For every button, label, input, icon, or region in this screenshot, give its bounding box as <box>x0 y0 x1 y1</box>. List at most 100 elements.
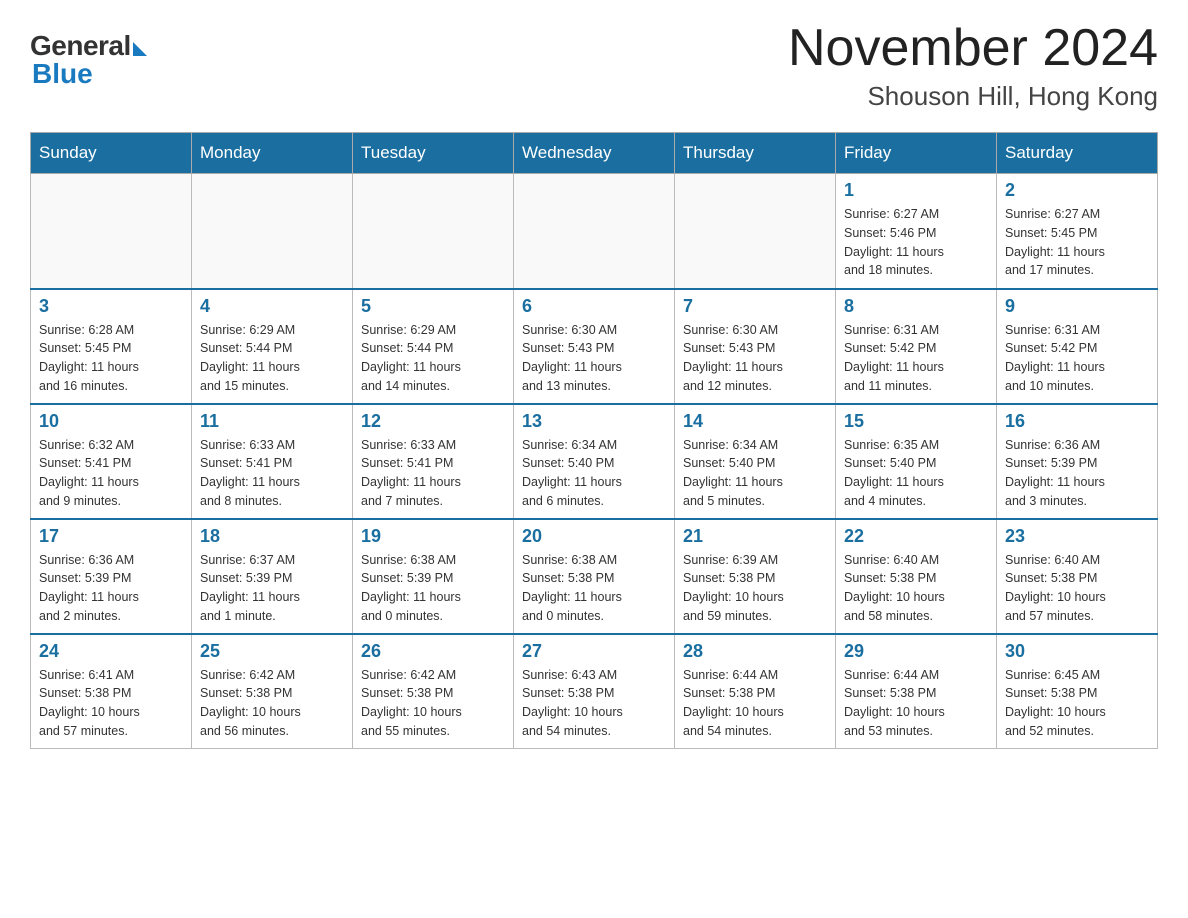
calendar-cell: 3 Sunrise: 6:28 AM Sunset: 5:45 PM Daylig… <box>31 289 192 404</box>
day-info: Sunrise: 6:28 AM Sunset: 5:45 PM Dayligh… <box>39 323 139 393</box>
day-info: Sunrise: 6:44 AM Sunset: 5:38 PM Dayligh… <box>844 668 945 738</box>
day-info: Sunrise: 6:36 AM Sunset: 5:39 PM Dayligh… <box>39 553 139 623</box>
day-info: Sunrise: 6:40 AM Sunset: 5:38 PM Dayligh… <box>1005 553 1106 623</box>
day-info: Sunrise: 6:31 AM Sunset: 5:42 PM Dayligh… <box>844 323 944 393</box>
day-number: 28 <box>683 641 827 662</box>
day-info: Sunrise: 6:30 AM Sunset: 5:43 PM Dayligh… <box>683 323 783 393</box>
day-info: Sunrise: 6:33 AM Sunset: 5:41 PM Dayligh… <box>200 438 300 508</box>
day-number: 29 <box>844 641 988 662</box>
calendar-cell: 15 Sunrise: 6:35 AM Sunset: 5:40 PM Dayli… <box>836 404 997 519</box>
calendar-cell: 18 Sunrise: 6:37 AM Sunset: 5:39 PM Dayli… <box>192 519 353 634</box>
day-number: 14 <box>683 411 827 432</box>
calendar-cell: 12Sunrise: 6:33 AM Sunset: 5:41 PM Dayli… <box>353 404 514 519</box>
page-header: General Blue November 2024 Shouson Hill,… <box>30 20 1158 112</box>
calendar-cell: 14 Sunrise: 6:34 AM Sunset: 5:40 PM Dayli… <box>675 404 836 519</box>
calendar-cell: 28Sunrise: 6:44 AM Sunset: 5:38 PM Dayli… <box>675 634 836 749</box>
day-info: Sunrise: 6:29 AM Sunset: 5:44 PM Dayligh… <box>200 323 300 393</box>
day-number: 22 <box>844 526 988 547</box>
day-number: 25 <box>200 641 344 662</box>
calendar-week-1: 1Sunrise: 6:27 AM Sunset: 5:46 PM Daylig… <box>31 174 1158 289</box>
calendar-week-4: 17 Sunrise: 6:36 AM Sunset: 5:39 PM Dayli… <box>31 519 1158 634</box>
logo: General Blue <box>30 30 147 90</box>
day-number: 26 <box>361 641 505 662</box>
calendar-title: November 2024 <box>788 20 1158 77</box>
calendar-cell: 25 Sunrise: 6:42 AM Sunset: 5:38 PM Dayli… <box>192 634 353 749</box>
day-info: Sunrise: 6:32 AM Sunset: 5:41 PM Dayligh… <box>39 438 139 508</box>
day-number: 10 <box>39 411 183 432</box>
day-info: Sunrise: 6:39 AM Sunset: 5:38 PM Dayligh… <box>683 553 784 623</box>
calendar-cell: 2 Sunrise: 6:27 AM Sunset: 5:45 PM Daylig… <box>997 174 1158 289</box>
day-number: 3 <box>39 296 183 317</box>
day-number: 7 <box>683 296 827 317</box>
day-number: 27 <box>522 641 666 662</box>
calendar-subtitle: Shouson Hill, Hong Kong <box>788 81 1158 112</box>
calendar-cell: 22Sunrise: 6:40 AM Sunset: 5:38 PM Dayli… <box>836 519 997 634</box>
day-info: Sunrise: 6:38 AM Sunset: 5:39 PM Dayligh… <box>361 553 461 623</box>
day-number: 17 <box>39 526 183 547</box>
calendar-cell: 27 Sunrise: 6:43 AM Sunset: 5:38 PM Dayli… <box>514 634 675 749</box>
title-section: November 2024 Shouson Hill, Hong Kong <box>788 20 1158 112</box>
day-number: 11 <box>200 411 344 432</box>
day-info: Sunrise: 6:42 AM Sunset: 5:38 PM Dayligh… <box>361 668 462 738</box>
calendar-cell: 4 Sunrise: 6:29 AM Sunset: 5:44 PM Daylig… <box>192 289 353 404</box>
day-info: Sunrise: 6:30 AM Sunset: 5:43 PM Dayligh… <box>522 323 622 393</box>
column-header-thursday: Thursday <box>675 133 836 174</box>
day-number: 5 <box>361 296 505 317</box>
calendar-cell: 19 Sunrise: 6:38 AM Sunset: 5:39 PM Dayli… <box>353 519 514 634</box>
calendar-cell: 29 Sunrise: 6:44 AM Sunset: 5:38 PM Dayli… <box>836 634 997 749</box>
day-info: Sunrise: 6:43 AM Sunset: 5:38 PM Dayligh… <box>522 668 623 738</box>
calendar-cell: 10 Sunrise: 6:32 AM Sunset: 5:41 PM Dayli… <box>31 404 192 519</box>
day-info: Sunrise: 6:38 AM Sunset: 5:38 PM Dayligh… <box>522 553 622 623</box>
calendar-cell: 16Sunrise: 6:36 AM Sunset: 5:39 PM Dayli… <box>997 404 1158 519</box>
day-number: 13 <box>522 411 666 432</box>
day-number: 24 <box>39 641 183 662</box>
day-number: 1 <box>844 180 988 201</box>
header-row: SundayMondayTuesdayWednesdayThursdayFrid… <box>31 133 1158 174</box>
day-info: Sunrise: 6:42 AM Sunset: 5:38 PM Dayligh… <box>200 668 301 738</box>
day-number: 30 <box>1005 641 1149 662</box>
calendar-cell: 17 Sunrise: 6:36 AM Sunset: 5:39 PM Dayli… <box>31 519 192 634</box>
calendar-cell: 8Sunrise: 6:31 AM Sunset: 5:42 PM Daylig… <box>836 289 997 404</box>
day-info: Sunrise: 6:37 AM Sunset: 5:39 PM Dayligh… <box>200 553 300 623</box>
day-number: 19 <box>361 526 505 547</box>
calendar-cell: 26 Sunrise: 6:42 AM Sunset: 5:38 PM Dayli… <box>353 634 514 749</box>
day-number: 23 <box>1005 526 1149 547</box>
column-header-wednesday: Wednesday <box>514 133 675 174</box>
day-number: 16 <box>1005 411 1149 432</box>
day-info: Sunrise: 6:31 AM Sunset: 5:42 PM Dayligh… <box>1005 323 1105 393</box>
day-number: 6 <box>522 296 666 317</box>
calendar-cell: 23 Sunrise: 6:40 AM Sunset: 5:38 PM Dayli… <box>997 519 1158 634</box>
calendar-cell <box>675 174 836 289</box>
calendar-cell: 11 Sunrise: 6:33 AM Sunset: 5:41 PM Dayli… <box>192 404 353 519</box>
calendar-cell: 13 Sunrise: 6:34 AM Sunset: 5:40 PM Dayli… <box>514 404 675 519</box>
day-info: Sunrise: 6:35 AM Sunset: 5:40 PM Dayligh… <box>844 438 944 508</box>
column-header-monday: Monday <box>192 133 353 174</box>
day-number: 20 <box>522 526 666 547</box>
day-info: Sunrise: 6:29 AM Sunset: 5:44 PM Dayligh… <box>361 323 461 393</box>
column-header-tuesday: Tuesday <box>353 133 514 174</box>
day-number: 2 <box>1005 180 1149 201</box>
day-number: 18 <box>200 526 344 547</box>
logo-arrow-icon <box>133 42 147 56</box>
column-header-sunday: Sunday <box>31 133 192 174</box>
calendar-week-3: 10 Sunrise: 6:32 AM Sunset: 5:41 PM Dayli… <box>31 404 1158 519</box>
calendar-cell: 5 Sunrise: 6:29 AM Sunset: 5:44 PM Daylig… <box>353 289 514 404</box>
calendar-cell: 21Sunrise: 6:39 AM Sunset: 5:38 PM Dayli… <box>675 519 836 634</box>
day-info: Sunrise: 6:41 AM Sunset: 5:38 PM Dayligh… <box>39 668 140 738</box>
day-info: Sunrise: 6:27 AM Sunset: 5:45 PM Dayligh… <box>1005 207 1105 277</box>
calendar-week-5: 24 Sunrise: 6:41 AM Sunset: 5:38 PM Dayli… <box>31 634 1158 749</box>
day-info: Sunrise: 6:33 AM Sunset: 5:41 PM Dayligh… <box>361 438 461 508</box>
column-header-friday: Friday <box>836 133 997 174</box>
calendar-cell: 20 Sunrise: 6:38 AM Sunset: 5:38 PM Dayli… <box>514 519 675 634</box>
day-info: Sunrise: 6:34 AM Sunset: 5:40 PM Dayligh… <box>522 438 622 508</box>
day-info: Sunrise: 6:34 AM Sunset: 5:40 PM Dayligh… <box>683 438 783 508</box>
day-number: 4 <box>200 296 344 317</box>
calendar-cell: 7 Sunrise: 6:30 AM Sunset: 5:43 PM Daylig… <box>675 289 836 404</box>
calendar-week-2: 3 Sunrise: 6:28 AM Sunset: 5:45 PM Daylig… <box>31 289 1158 404</box>
calendar-cell: 24 Sunrise: 6:41 AM Sunset: 5:38 PM Dayli… <box>31 634 192 749</box>
calendar-cell <box>353 174 514 289</box>
calendar-cell: 30Sunrise: 6:45 AM Sunset: 5:38 PM Dayli… <box>997 634 1158 749</box>
calendar-cell: 6 Sunrise: 6:30 AM Sunset: 5:43 PM Daylig… <box>514 289 675 404</box>
day-number: 9 <box>1005 296 1149 317</box>
day-number: 15 <box>844 411 988 432</box>
